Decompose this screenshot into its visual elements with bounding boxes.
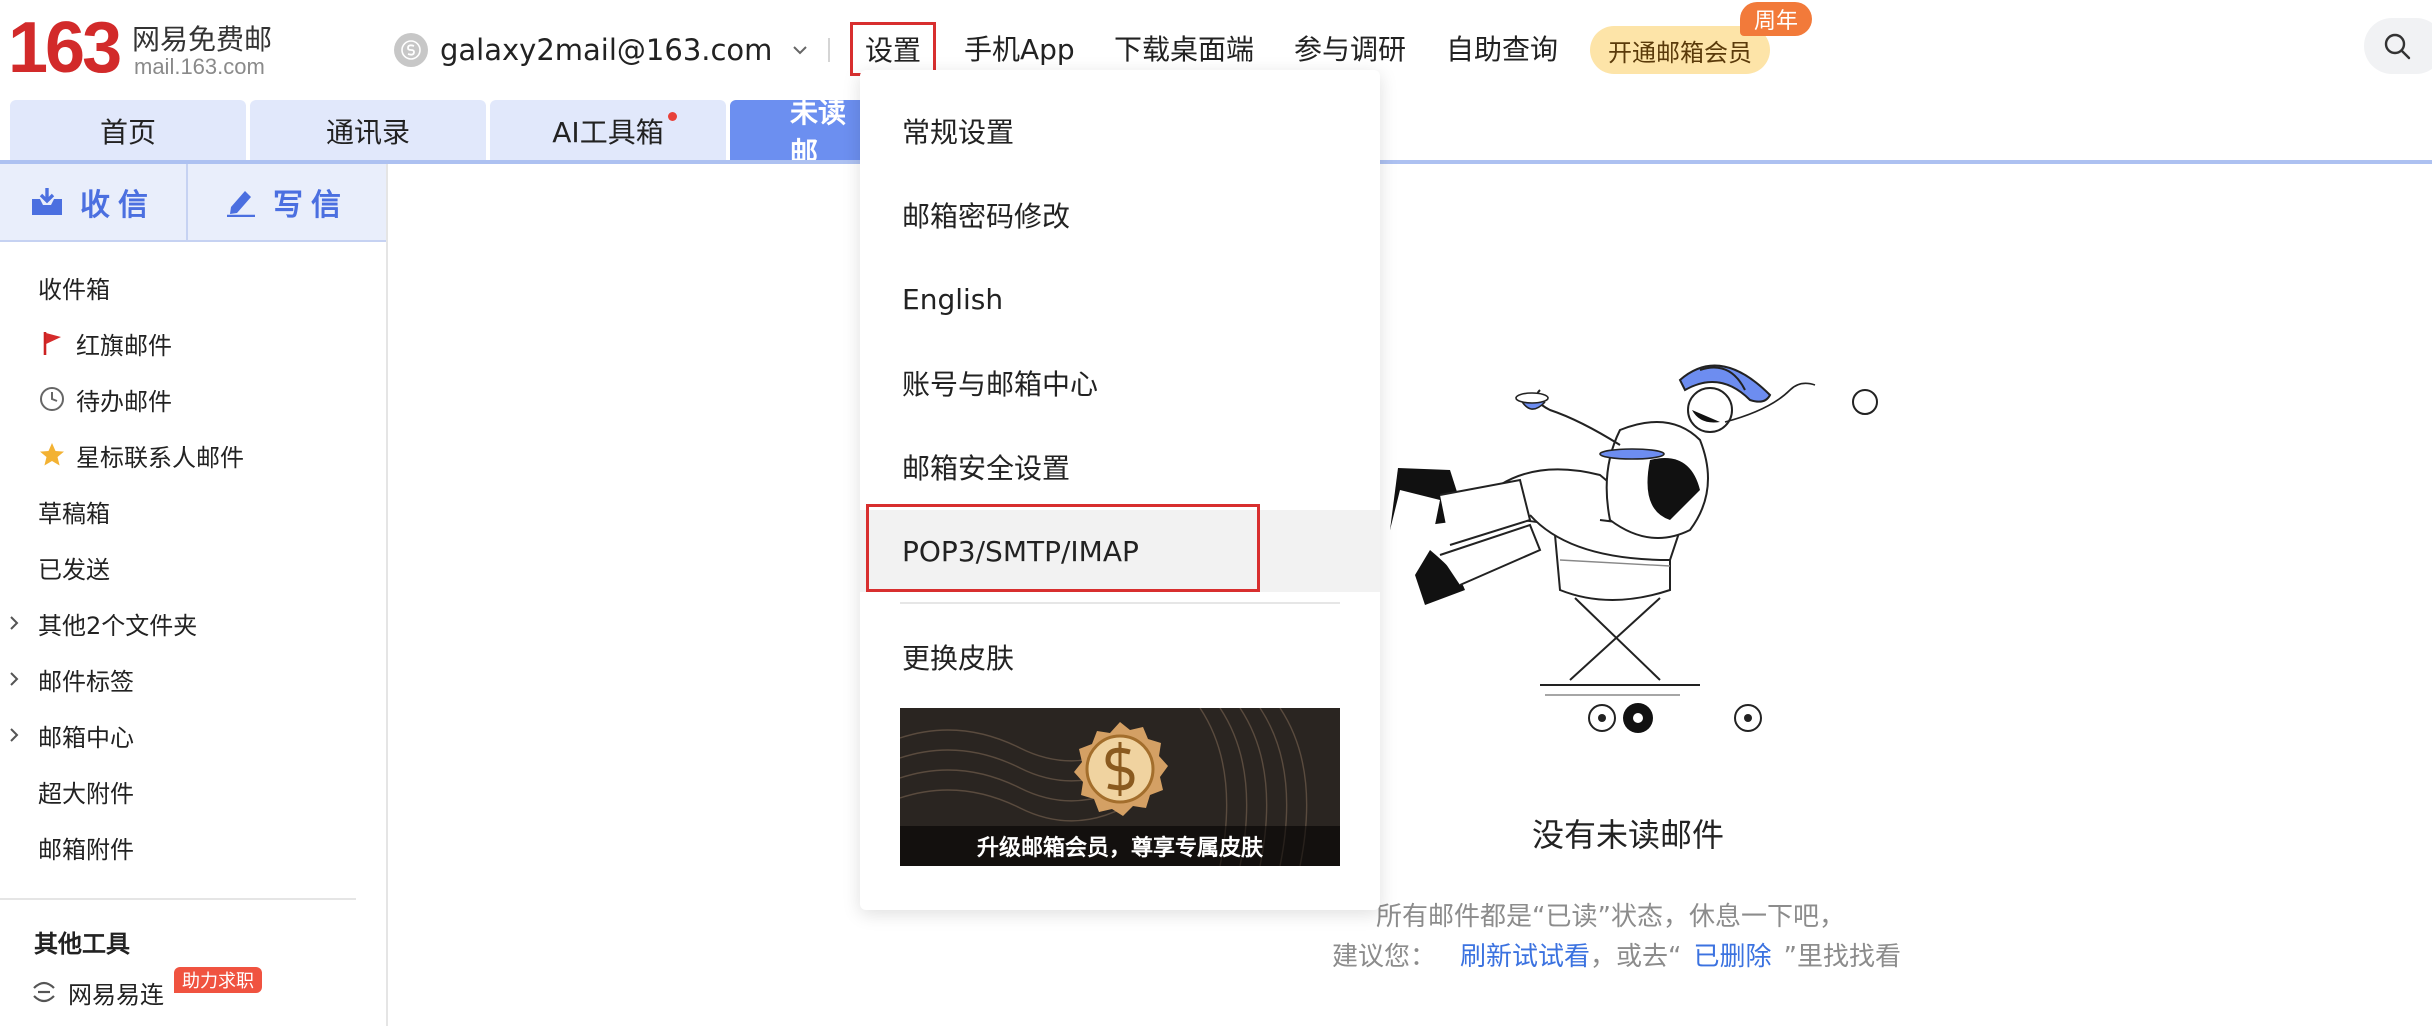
sidebar-item-mail-center[interactable]: 邮箱中心	[0, 710, 386, 760]
chevron-right-icon[interactable]	[6, 613, 22, 633]
tool-label: 网易易连	[68, 980, 164, 1009]
sidebar-section-title: 其他工具	[34, 930, 130, 958]
compose-button[interactable]: 写信	[188, 164, 386, 240]
empty-state-illustration	[1390, 364, 1878, 733]
avatar	[394, 33, 428, 67]
menu-item-change-password[interactable]: 邮箱密码修改	[860, 174, 1380, 256]
sidebar-item-sent[interactable]: 已发送	[0, 542, 386, 592]
anniversary-badge: 周年	[1740, 2, 1813, 36]
search-button[interactable]	[2364, 18, 2432, 74]
sidebar-item-large-attachments[interactable]: 超大附件	[0, 766, 386, 816]
tab-ai-toolbox[interactable]: AI工具箱	[490, 100, 726, 162]
menu-item-general-settings[interactable]: 常规设置	[860, 90, 1380, 172]
sidebar-tool-yilian[interactable]: 网易易连 助力求职	[28, 967, 262, 1012]
logo-name: 网易免费邮	[132, 23, 273, 56]
menu-item-account-center[interactable]: 账号与邮箱中心	[860, 342, 1380, 424]
compose-label: 写信	[273, 188, 349, 223]
sidebar-item-label: 红旗邮件	[76, 331, 172, 360]
logo-domain: mail.163.com	[134, 54, 265, 79]
menu-divider	[900, 602, 1340, 604]
empty-state-title: 没有未读邮件	[1532, 816, 1725, 854]
deleted-folder-link[interactable]: 已删除	[1694, 936, 1772, 973]
refresh-link[interactable]: 刷新试试看	[1460, 936, 1590, 973]
chevron-down-icon[interactable]	[790, 40, 810, 60]
menu-item-english[interactable]: English	[860, 258, 1380, 340]
settings-dropdown: 常规设置 邮箱密码修改 English 账号与邮箱中心 邮箱安全设置 POP3/…	[860, 70, 1380, 910]
sidebar-item-inbox[interactable]: 收件箱	[0, 262, 386, 312]
menu-item-change-skin[interactable]: 更换皮肤	[860, 616, 1380, 698]
sidebar-item-label: 待办邮件	[76, 387, 172, 416]
sidebar: 收信 写信 收件箱 红旗邮件 待办邮件 星标联系人邮件 草稿箱 已发送 其他2个…	[0, 164, 388, 1026]
sidebar-item-attachments[interactable]: 邮箱附件	[0, 822, 386, 872]
receive-label: 收信	[80, 188, 156, 223]
tab-ai-toolbox-label: AI工具箱	[552, 116, 664, 149]
empty-state-suggestion: 建议您： 刷新试试看 ，或去“ 已删除 ”里找找看	[1332, 936, 1901, 973]
tab-contacts[interactable]: 通讯录	[250, 100, 486, 162]
nav-mobile-app[interactable]: 手机App	[964, 20, 1075, 76]
sidebar-item-label: 超大附件	[38, 779, 134, 808]
chevron-right-icon[interactable]	[6, 725, 22, 745]
pencil-icon	[227, 191, 255, 217]
star-icon	[38, 441, 66, 469]
sidebar-item-other-folders[interactable]: 其他2个文件夹	[0, 598, 386, 648]
sidebar-divider	[0, 898, 356, 900]
skin-upgrade-banner[interactable]: 升级邮箱会员，尊享专属皮肤	[900, 708, 1340, 866]
menu-item-security-settings[interactable]: 邮箱安全设置	[860, 426, 1380, 508]
suggestion-prefix: 建议您：	[1332, 942, 1437, 972]
avatar-s-icon	[401, 40, 421, 60]
chevron-right-icon[interactable]	[6, 669, 22, 689]
empty-state-message: 所有邮件都是“已读”状态，休息一下吧，	[1376, 902, 1845, 932]
skin-banner-caption: 升级邮箱会员，尊享专属皮肤	[900, 826, 1340, 866]
logo-number[interactable]: 163	[8, 12, 122, 84]
sidebar-item-drafts[interactable]: 草稿箱	[0, 486, 386, 536]
nav-survey[interactable]: 参与调研	[1294, 20, 1406, 76]
vip-medal-icon	[1074, 722, 1168, 816]
sidebar-item-label: 邮箱中心	[38, 723, 134, 752]
nav-download-desktop[interactable]: 下载桌面端	[1114, 20, 1254, 76]
sidebar-item-todo[interactable]: 待办邮件	[0, 374, 386, 424]
yilian-icon	[33, 981, 55, 1003]
sidebar-item-label: 草稿箱	[38, 499, 110, 528]
sidebar-item-mail-tags[interactable]: 邮件标签	[0, 654, 386, 704]
sidebar-item-label: 收件箱	[38, 275, 110, 304]
new-indicator-dot	[668, 112, 677, 121]
search-icon	[2384, 33, 2411, 60]
nav-settings[interactable]: 设置	[850, 22, 936, 76]
red-flag-icon	[38, 329, 66, 357]
sidebar-item-label: 邮箱附件	[38, 835, 134, 864]
sidebar-item-flagged[interactable]: 红旗邮件	[0, 318, 386, 368]
action-bar: 收信 写信	[0, 164, 386, 242]
receive-button[interactable]: 收信	[0, 164, 186, 240]
sidebar-item-label: 已发送	[38, 555, 110, 584]
inbox-download-icon	[32, 188, 62, 215]
mail-app: 163 网易免费邮 mail.163.com galaxy2mail@163.c…	[0, 0, 2432, 1026]
sidebar-item-starred-contacts[interactable]: 星标联系人邮件	[0, 430, 386, 480]
tab-unread[interactable]: 未读邮	[730, 96, 870, 169]
tab-home[interactable]: 首页	[10, 100, 246, 162]
header-divider	[828, 38, 830, 62]
account-email: galaxy2mail@163.com	[440, 33, 773, 67]
clock-icon	[38, 385, 66, 413]
sidebar-item-label: 星标联系人邮件	[76, 443, 244, 472]
nav-self-service[interactable]: 自助查询	[1446, 20, 1558, 76]
suggestion-mid: ，或去“	[1590, 942, 1682, 972]
suggestion-suffix: ”里找找看	[1783, 942, 1902, 972]
account-switcher[interactable]: galaxy2mail@163.com	[394, 30, 810, 70]
sidebar-item-label: 其他2个文件夹	[38, 611, 198, 640]
job-help-badge: 助力求职	[174, 967, 262, 993]
menu-item-pop3-smtp-imap[interactable]: POP3/SMTP/IMAP	[860, 510, 1380, 592]
sidebar-item-label: 邮件标签	[38, 667, 134, 696]
